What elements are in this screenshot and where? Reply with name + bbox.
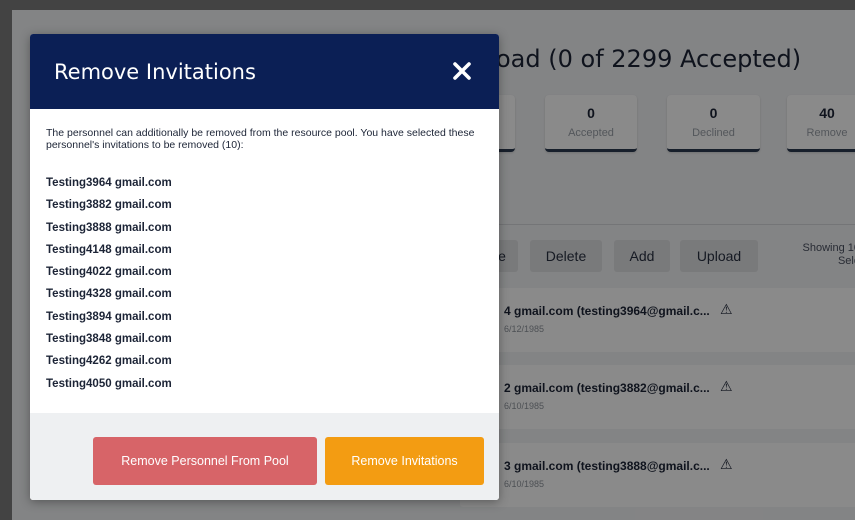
personnel-list: Testing3964 gmail.com Testing3882 gmail.… (46, 176, 172, 399)
remove-personnel-from-pool-button[interactable]: Remove Personnel From Pool (93, 437, 317, 485)
close-icon[interactable] (452, 61, 472, 81)
list-item: Testing3848 gmail.com (46, 333, 172, 346)
modal-header: Remove Invitations (30, 34, 499, 109)
list-item: Testing4022 gmail.com (46, 266, 172, 279)
modal-footer: Remove Personnel From Pool Remove Invita… (30, 413, 499, 500)
list-item: Testing3888 gmail.com (46, 221, 172, 234)
list-item: Testing3894 gmail.com (46, 310, 172, 323)
list-item: Testing3964 gmail.com (46, 177, 172, 189)
modal-description: The personnel can additionally be remove… (46, 127, 475, 151)
remove-invitations-modal: Remove Invitations The personnel can add… (30, 34, 499, 500)
list-item: Testing4262 gmail.com (46, 355, 172, 368)
remove-invitations-button[interactable]: Remove Invitations (325, 437, 484, 485)
list-item: Testing4328 gmail.com (46, 288, 172, 301)
list-item: Testing4148 gmail.com (46, 243, 172, 256)
modal-title: Remove Invitations (54, 60, 256, 84)
list-item: Testing3882 gmail.com (46, 199, 172, 212)
list-item: Testing4050 gmail.com (46, 377, 172, 390)
